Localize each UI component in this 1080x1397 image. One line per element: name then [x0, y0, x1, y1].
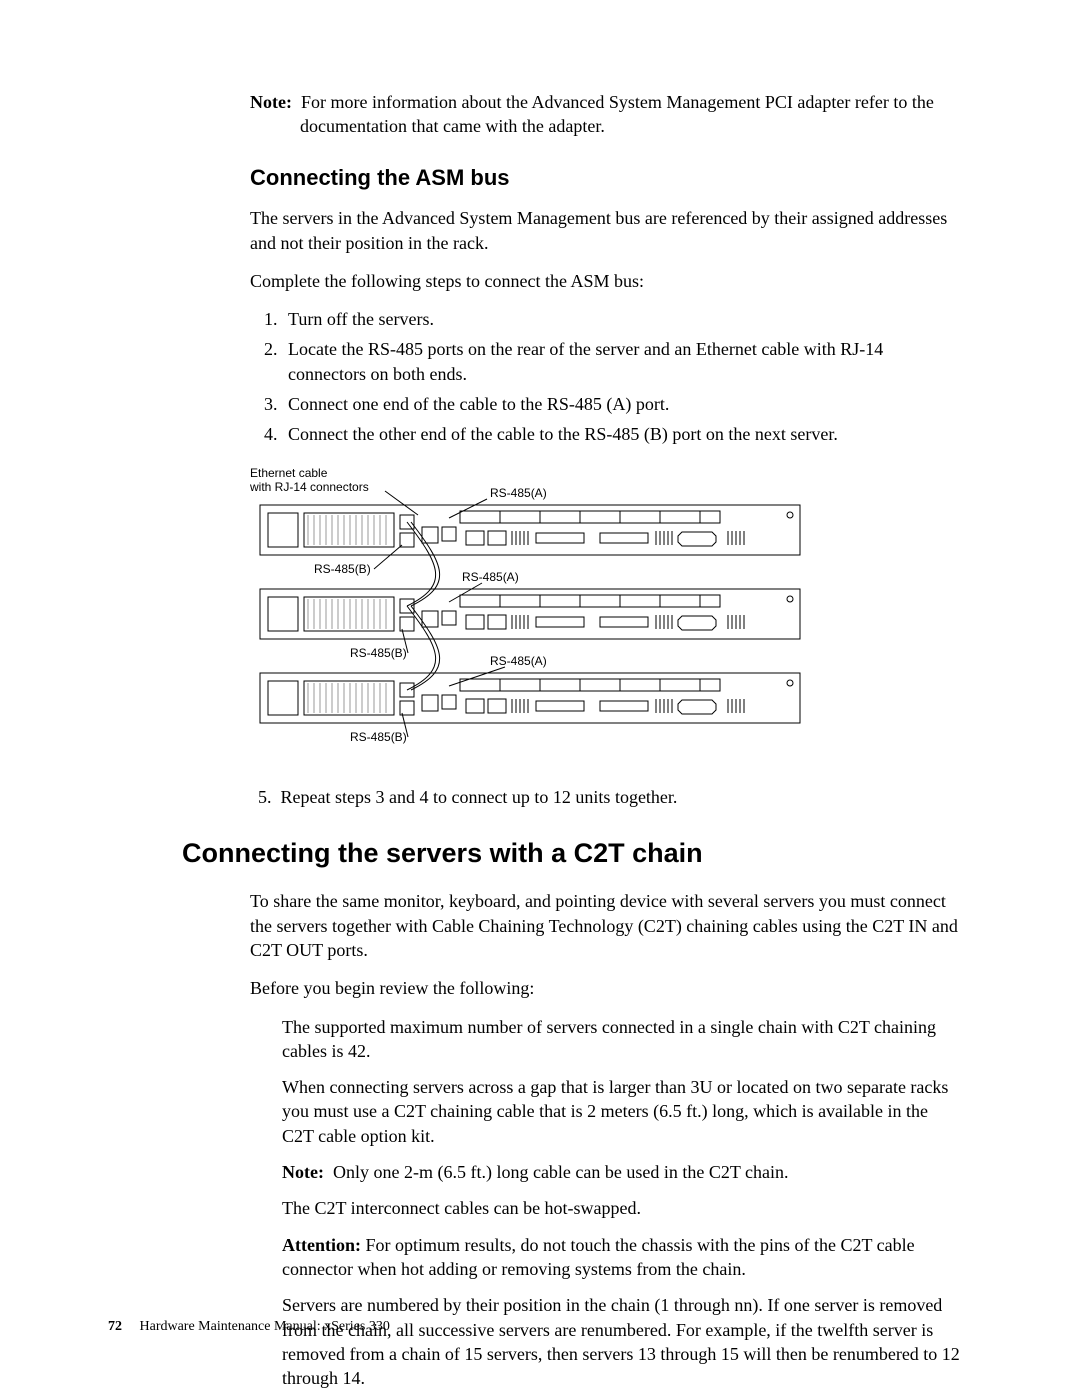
fig-label-rs485b-1: RS-485(B)	[314, 562, 371, 576]
fig-label-rs485b-3: RS-485(B)	[350, 730, 407, 744]
footer-title: Hardware Maintenance Manual: xSeries 330	[140, 1319, 390, 1334]
note-text: For more information about the Advanced …	[300, 92, 934, 136]
c2t-bullet-1: The supported maximum number of servers …	[282, 1015, 960, 1064]
heading-asm: Connecting the ASM bus	[250, 163, 960, 193]
server-unit-1	[260, 505, 800, 555]
asm-paragraph-2: Complete the following steps to connect …	[250, 269, 960, 293]
c2t-bullet-3: The C2T interconnect cables can be hot-s…	[282, 1196, 960, 1220]
page-footer: 72 Hardware Maintenance Manual: xSeries …	[108, 1318, 390, 1337]
page: Note: For more information about the Adv…	[0, 0, 1080, 1397]
asm-steps: Turn off the servers. Locate the RS-485 …	[250, 307, 960, 446]
asm-step-5-number: 5.	[258, 787, 272, 807]
asm-diagram-svg: .lt { font: 12px Arial, Helvetica, sans-…	[250, 465, 810, 765]
server-stack	[260, 505, 800, 723]
c2t-paragraph-2: Before you begin review the following:	[250, 976, 960, 1000]
asm-figure: .lt { font: 12px Arial, Helvetica, sans-…	[250, 465, 960, 765]
note-label: Note:	[250, 92, 292, 112]
server-unit-3	[260, 673, 800, 723]
heading-c2t: Connecting the servers with a C2T chain	[182, 835, 960, 871]
c2t-note: Note: Only one 2-m (6.5 ft.) long cable …	[282, 1160, 960, 1184]
page-number: 72	[108, 1319, 122, 1334]
top-note: Note: For more information about the Adv…	[250, 90, 960, 139]
asm-step-4: Connect the other end of the cable to th…	[282, 422, 960, 446]
asm-paragraph-1: The servers in the Advanced System Manag…	[250, 206, 960, 255]
fig-label-rs485a-1: RS-485(A)	[490, 486, 547, 500]
body-column: Note: For more information about the Adv…	[182, 90, 960, 1390]
asm-step-1: Turn off the servers.	[282, 307, 960, 331]
fig-label-eth2: with RJ-14 connectors	[250, 480, 369, 494]
fig-label-eth1: Ethernet cable	[250, 466, 328, 480]
c2t-attention: Attention: For optimum results, do not t…	[282, 1233, 960, 1282]
c2t-attn-text: For optimum results, do not touch the ch…	[282, 1235, 915, 1279]
server-unit-2	[260, 589, 800, 639]
c2t-note-label: Note:	[282, 1162, 324, 1182]
asm-step-5-text: Repeat steps 3 and 4 to connect up to 12…	[281, 787, 678, 807]
fig-label-rs485b-2: RS-485(B)	[350, 646, 407, 660]
c2t-bullet-2: When connecting servers across a gap tha…	[282, 1075, 960, 1148]
c2t-attn-label: Attention:	[282, 1235, 361, 1255]
c2t-paragraph-1: To share the same monitor, keyboard, and…	[250, 889, 960, 962]
c2t-note-text: Only one 2-m (6.5 ft.) long cable can be…	[333, 1162, 789, 1182]
c2t-bullet-4: Servers are numbered by their position i…	[282, 1293, 960, 1390]
fig-label-rs485a-3: RS-485(A)	[490, 654, 547, 668]
asm-step-2: Locate the RS-485 ports on the rear of t…	[282, 337, 960, 386]
asm-step-5: 5. Repeat steps 3 and 4 to connect up to…	[250, 785, 960, 809]
fig-label-rs485a-2: RS-485(A)	[462, 570, 519, 584]
asm-step-3: Connect one end of the cable to the RS-4…	[282, 392, 960, 416]
